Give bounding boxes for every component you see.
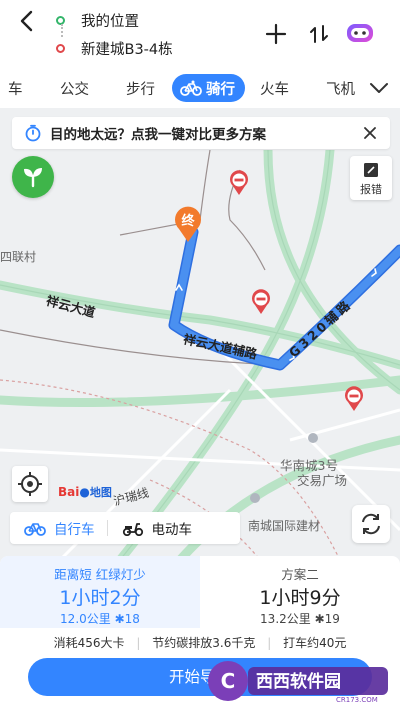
report-error-button[interactable]: 报错: [350, 156, 392, 200]
calories-text: 消耗456大卡: [53, 636, 125, 650]
eco-leaf-button[interactable]: [12, 156, 54, 198]
swap-icon[interactable]: [305, 20, 333, 48]
plan-lights: 19: [324, 612, 340, 626]
site-watermark: C 西西软件园 CR173.COM: [208, 661, 388, 704]
plan-tag: 方案二: [281, 567, 319, 582]
plan-tag: 距离短 红绿灯少: [54, 567, 146, 582]
compare-plans-banner[interactable]: 目的地太远？点我一键对比更多方案: [12, 117, 390, 149]
plan-distance: 13.2公里: [260, 612, 311, 626]
route-points: 我的位置 新建城B3-4栋: [56, 6, 256, 62]
route-info-row: 消耗456大卡 | 节约碳排放3.6千克 | 打车约40元: [0, 634, 400, 651]
bicycle-icon: [24, 523, 46, 536]
back-arrow-icon[interactable]: [14, 8, 40, 34]
refresh-icon: [362, 513, 380, 535]
tab-ebike-label: 电动车: [151, 522, 193, 538]
scooter-icon: [122, 523, 143, 536]
refresh-button[interactable]: [352, 505, 390, 543]
place-label: 南城国际建材: [248, 519, 321, 533]
tab-train[interactable]: 火车: [260, 78, 289, 99]
watermark-brand: 西西软件园: [256, 671, 341, 692]
tab-ebike[interactable]: 电动车: [108, 512, 205, 544]
plan-duration: 1小时9分: [259, 587, 341, 609]
transport-mode-tabs: 车 公交 步行 骑行 火车 飞机: [0, 68, 400, 108]
taxi-text: 打车约40元: [283, 636, 347, 650]
info-divider: |: [267, 636, 272, 650]
banner-text: 目的地太远？点我一键对比更多方案: [50, 127, 266, 143]
route-header: 我的位置 新建城B3-4栋: [0, 0, 400, 68]
route-connector: [61, 24, 63, 37]
info-divider: |: [136, 636, 141, 650]
tab-cycling-label: 骑行: [206, 81, 235, 98]
traffic-light-icon: ✱: [114, 612, 125, 626]
add-waypoint-icon[interactable]: [262, 20, 290, 48]
plan-lights: 18: [124, 612, 140, 626]
tab-flight[interactable]: 飞机: [326, 78, 356, 99]
origin-row[interactable]: 我的位置: [56, 6, 256, 34]
origin-text: 我的位置: [81, 13, 139, 30]
logo-text: Bai: [58, 485, 80, 499]
plan-card-1[interactable]: 距离短 红绿灯少 1小时2分 12.0公里 ✱18: [0, 556, 200, 628]
bicycle-icon: [180, 80, 202, 96]
traffic-light-icon: ✱: [314, 612, 325, 626]
destination-marker[interactable]: 终: [173, 205, 203, 243]
tab-bicycle-label: 自行车: [54, 522, 95, 538]
close-icon[interactable]: [362, 125, 378, 141]
plan-distance: 12.0公里: [60, 612, 111, 626]
paw-icon: ●: [79, 485, 90, 499]
leaf-icon: [24, 168, 42, 188]
watermark-site: CR173.COM: [336, 696, 378, 704]
report-error-label: 报错: [360, 183, 382, 196]
stopwatch-icon: [25, 124, 41, 142]
baidu-map-logo: Bai●地图: [58, 484, 112, 500]
chevron-down-icon[interactable]: [368, 78, 390, 98]
place-label: 四联村: [0, 250, 37, 264]
tab-bicycle[interactable]: 自行车: [10, 512, 107, 544]
no-entry-icon: [252, 289, 270, 314]
vehicle-type-tabs: 自行车 电动车: [10, 512, 240, 544]
locate-button[interactable]: [12, 466, 48, 502]
no-entry-icon: [230, 170, 248, 195]
plan-meta: 12.0公里 ✱18: [0, 610, 200, 627]
plan-duration: 1小时2分: [59, 587, 141, 609]
edit-icon: [364, 163, 378, 177]
destination-row[interactable]: 新建城B3-4栋: [56, 34, 256, 62]
destination-dot-icon: [56, 43, 65, 53]
tab-bus[interactable]: 公交: [60, 78, 89, 99]
tab-cycling[interactable]: 骑行: [172, 74, 245, 102]
plan-meta: 13.2公里 ✱19: [200, 610, 400, 627]
logo-map-text: 地图: [89, 486, 112, 499]
tab-walk[interactable]: 步行: [126, 78, 155, 99]
destination-marker-label: 终: [181, 214, 195, 229]
svg-text:C: C: [221, 669, 236, 693]
assistant-bot-icon[interactable]: [345, 18, 375, 48]
tab-car[interactable]: 车: [8, 78, 23, 99]
locate-icon: [18, 472, 42, 496]
no-entry-icon: [345, 386, 363, 411]
destination-text: 新建城B3-4栋: [81, 41, 173, 58]
place-label: 交易广场: [297, 473, 348, 488]
plan-card-2[interactable]: 方案二 1小时9分 13.2公里 ✱19: [200, 556, 400, 628]
carbon-text: 节约碳排放3.6千克: [152, 636, 256, 650]
